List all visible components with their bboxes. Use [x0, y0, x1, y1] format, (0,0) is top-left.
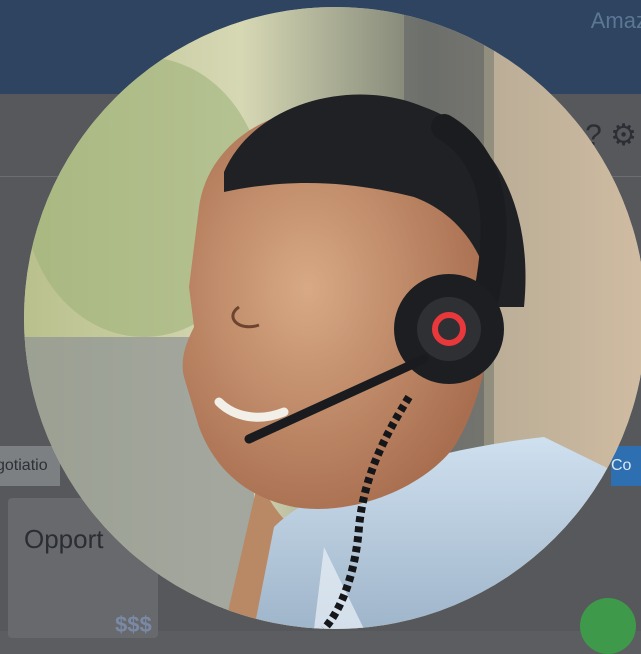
money-label: $$$ — [115, 612, 152, 637]
card-title: Opport — [24, 524, 104, 554]
avatar — [24, 7, 641, 629]
gear-icon[interactable]: ⚙ — [610, 119, 637, 152]
tab-negotiation[interactable]: gotiatio — [0, 446, 60, 486]
app-brand: Amaz — [590, 8, 641, 33]
check-icon — [580, 598, 636, 654]
agent-portrait — [24, 7, 641, 629]
